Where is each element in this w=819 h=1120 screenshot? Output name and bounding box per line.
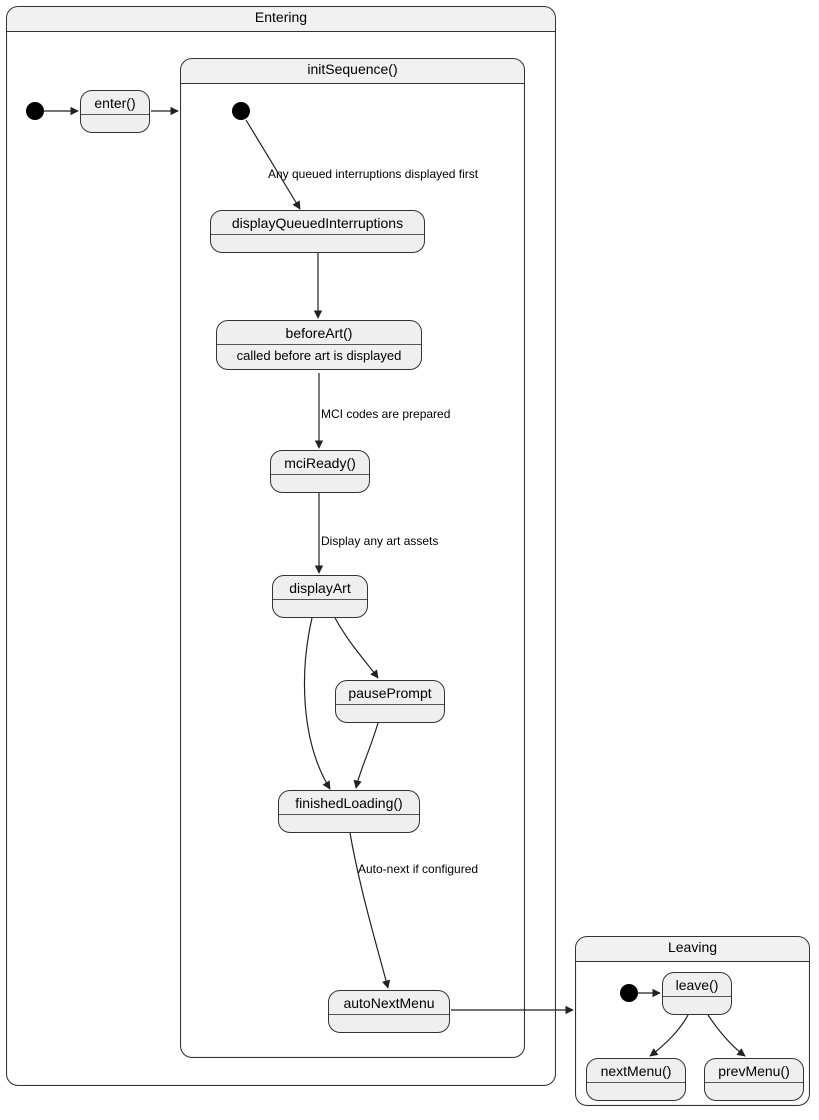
state-displayart-title: displayArt [273,576,367,599]
state-prevmenu: prevMenu() [704,1058,804,1101]
state-autonextmenu: autoNextMenu [328,990,450,1033]
start-leaving [620,984,638,1002]
edge-label-art: Display any art assets [321,534,438,548]
state-finishedloading-body [279,815,419,832]
state-displayart: displayArt [272,575,368,618]
start-entering [26,102,44,120]
state-prevmenu-body [705,1083,803,1100]
state-mciready-body [271,475,369,492]
state-beforeart-body: called before art is displayed [217,345,421,369]
state-mciready: mciReady() [270,450,370,493]
state-nextmenu-title: nextMenu() [587,1059,685,1082]
state-enter-body [81,115,149,132]
state-autonextmenu-body [329,1015,449,1032]
state-displayqueuedinterruptions: displayQueuedInterruptions [210,210,425,253]
state-beforeart-title: beforeArt() [217,321,421,344]
state-leave: leave() [662,972,732,1015]
state-nextmenu-body [587,1083,685,1100]
state-prevmenu-title: prevMenu() [705,1059,803,1082]
state-nextmenu: nextMenu() [586,1058,686,1101]
state-pauseprompt-title: pausePrompt [336,681,444,704]
state-leave-title: leave() [663,973,731,996]
edge-label-autonext: Auto-next if configured [358,862,478,876]
state-beforeart: beforeArt() called before art is display… [216,320,422,370]
container-initsequence: initSequence() [180,58,525,1058]
state-finishedloading: finishedLoading() [278,790,420,833]
state-displayqueuedinterruptions-title: displayQueuedInterruptions [211,211,424,234]
container-initsequence-title: initSequence() [181,61,524,81]
container-entering-title: Entering [7,9,555,29]
state-displayqueuedinterruptions-body [211,235,424,252]
state-displayart-body [273,600,367,617]
edge-label-mci: MCI codes are prepared [321,407,450,421]
container-leaving-title: Leaving [576,939,809,959]
start-initsequence [232,102,250,120]
state-mciready-title: mciReady() [271,451,369,474]
state-enter: enter() [80,90,150,133]
state-pauseprompt: pausePrompt [335,680,445,723]
state-autonextmenu-title: autoNextMenu [329,991,449,1014]
state-enter-title: enter() [81,91,149,114]
state-pauseprompt-body [336,705,444,722]
state-finishedloading-title: finishedLoading() [279,791,419,814]
edge-label-queued: Any queued interruptions displayed first [268,167,478,181]
state-leave-body [663,997,731,1014]
